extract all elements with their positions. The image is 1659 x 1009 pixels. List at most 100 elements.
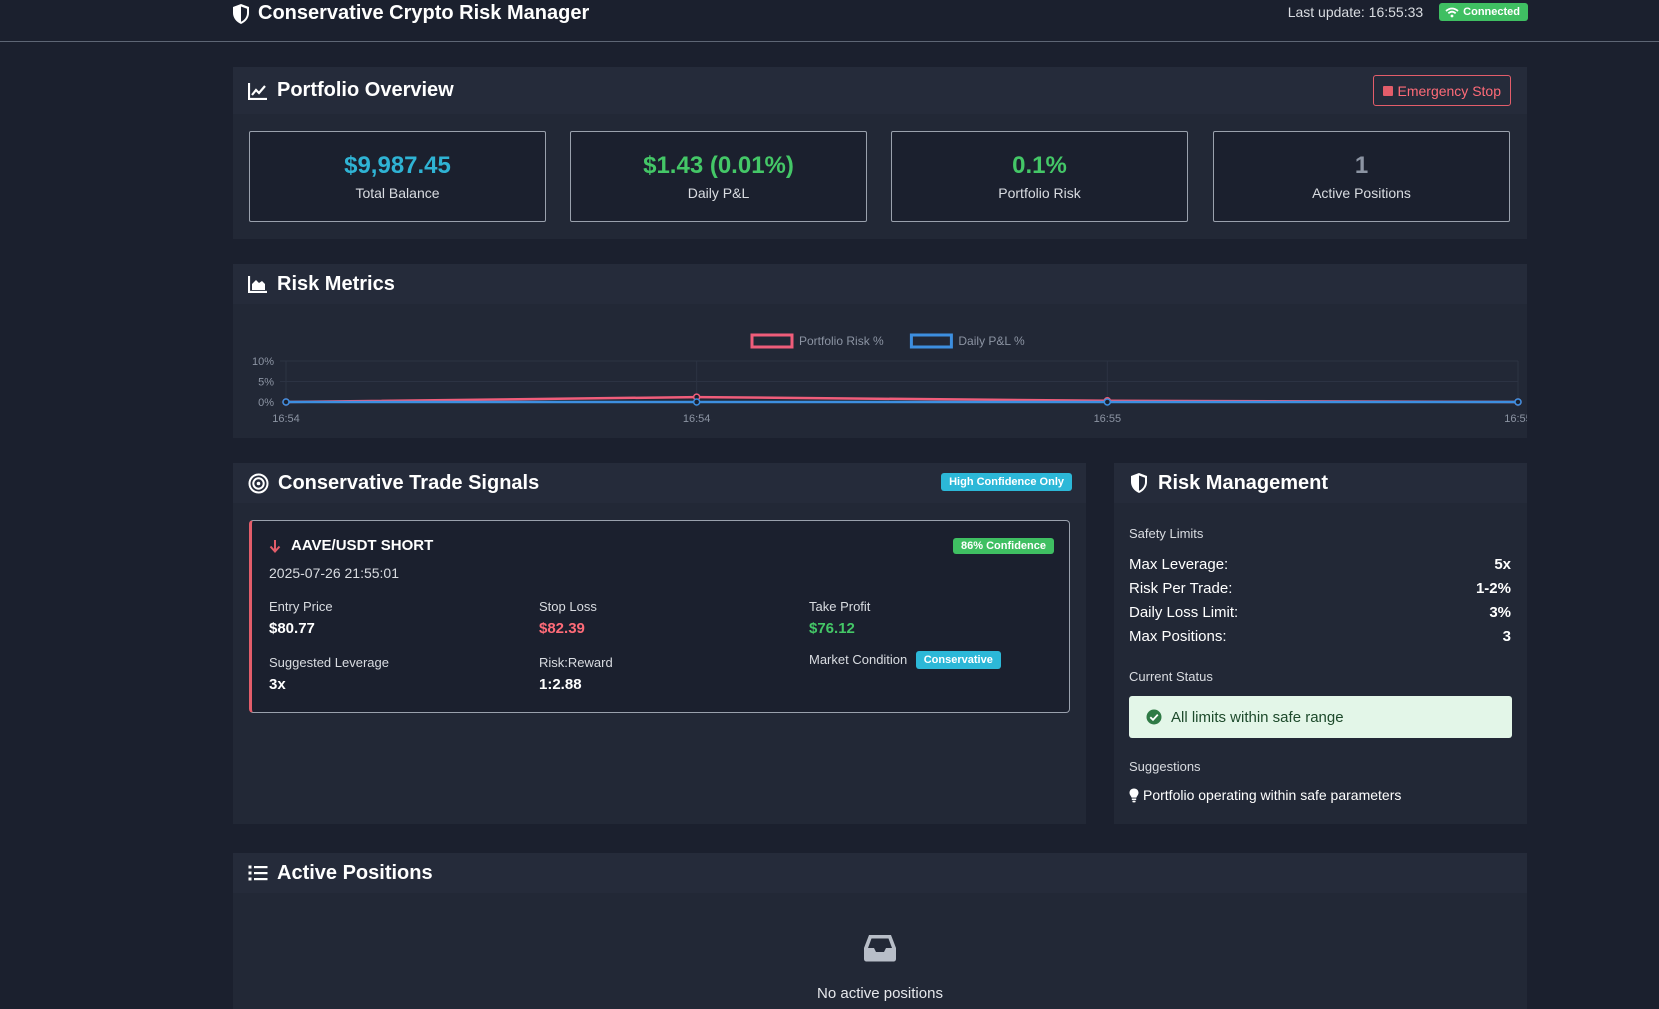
limit-value: 5x [1494, 556, 1511, 573]
market-condition-label: Market Condition [809, 652, 908, 668]
top-navbar: Conservative Crypto Risk Manager Last up… [0, 0, 1659, 42]
trade-signals-panel: Conservative Trade Signals High Confiden… [233, 463, 1086, 824]
limit-value: 3% [1489, 604, 1511, 621]
shield-icon [1129, 472, 1149, 494]
target-icon [248, 473, 269, 494]
stat-value: $1.43 (0.01%) [643, 152, 794, 179]
y-tick-label: 0% [258, 397, 274, 409]
last-update-text: Last update: 16:55:33 [1287, 4, 1424, 20]
status-box: All limits within safe range [1129, 696, 1512, 738]
wifi-icon [1445, 7, 1459, 18]
risk-reward-label: Risk:Reward [539, 655, 613, 670]
y-tick-label: 10% [252, 356, 274, 368]
connection-badge: Connected [1439, 3, 1528, 21]
limit-row-risk-per-trade: Risk Per Trade: 1-2% [1129, 580, 1511, 597]
leverage-label: Suggested Leverage [269, 655, 389, 670]
data-point [1514, 398, 1522, 406]
line-chart-icon [248, 82, 268, 100]
risk-metrics-panel: Risk Metrics 10% 5% 0% 16:54 16:54 16:55 16:55… [233, 264, 1527, 438]
trade-signals-header: Conservative Trade Signals High Confiden… [233, 463, 1086, 503]
nav-status: Last update: 16:55:33 Connected [1288, 3, 1528, 21]
stat-card-active-positions: 1 Active Positions [1213, 131, 1510, 222]
limit-label: Risk Per Trade: [1129, 580, 1233, 597]
legend-swatch [750, 333, 794, 349]
brand: Conservative Crypto Risk Manager [231, 2, 589, 25]
signal-pair: AAVE/USDT SHORT [269, 537, 433, 554]
empty-state-text: No active positions [817, 985, 943, 1002]
legend-swatch [909, 333, 953, 349]
confidence-badge: 86% Confidence [953, 538, 1054, 554]
current-status-label: Current Status [1129, 669, 1213, 684]
list-icon [248, 864, 268, 882]
portfolio-overview-header: Portfolio Overview Emergency Stop [233, 67, 1527, 114]
risk-management-title: Risk Management [1158, 471, 1329, 494]
active-positions-title: Active Positions [277, 861, 433, 884]
stat-card-portfolio-risk: 0.1% Portfolio Risk [891, 131, 1188, 222]
stop-loss-field: Stop Loss $82.39 [539, 599, 597, 637]
stat-label: Daily P&L [687, 185, 750, 201]
arrow-down-icon [269, 539, 281, 553]
x-tick-label: 16:54 [272, 413, 300, 425]
connection-status: Connected [1463, 6, 1520, 18]
market-condition-field: Market Condition Conservative [809, 651, 1001, 669]
area-chart-icon [248, 275, 268, 293]
stat-card-daily-pnl: $1.43 (0.01%) Daily P&L [570, 131, 867, 222]
data-point [1103, 398, 1112, 406]
limit-label: Daily Loss Limit: [1129, 604, 1239, 621]
limit-label: Max Leverage: [1129, 556, 1229, 573]
stop-loss-value: $82.39 [539, 620, 585, 637]
limit-row-max-leverage: Max Leverage: 5x [1129, 556, 1511, 573]
limit-label: Max Positions: [1129, 628, 1227, 645]
lightbulb-icon [1129, 788, 1139, 803]
stat-value: 1 [1354, 152, 1369, 179]
suggestions-label: Suggestions [1129, 759, 1201, 774]
entry-price-value: $80.77 [269, 620, 315, 637]
risk-metrics-title: Risk Metrics [277, 272, 395, 295]
emergency-stop-label: Emergency Stop [1397, 82, 1502, 99]
limit-row-max-positions: Max Positions: 3 [1129, 628, 1511, 645]
trade-signals-title: Conservative Trade Signals [278, 471, 540, 494]
take-profit-label: Take Profit [809, 599, 871, 614]
data-point [282, 398, 290, 406]
signal-pair-text: AAVE/USDT SHORT [291, 537, 434, 554]
stat-label: Active Positions [1312, 185, 1411, 201]
stat-value: 0.1% [1012, 152, 1067, 179]
x-tick-label: 16:54 [683, 413, 711, 425]
high-confidence-badge: High Confidence Only [941, 473, 1072, 491]
check-circle-icon [1146, 709, 1162, 725]
legend-label: Daily P&L % [958, 334, 1025, 348]
limit-value: 3 [1502, 628, 1511, 645]
risk-metrics-header: Risk Metrics [233, 264, 1527, 304]
signal-card[interactable]: AAVE/USDT SHORT 2025-07-26 21:55:01 86% … [249, 520, 1070, 713]
status-text: All limits within safe range [1171, 708, 1344, 726]
risk-reward-value: 1:2.88 [539, 676, 582, 693]
legend-label: Portfolio Risk % [799, 334, 884, 348]
take-profit-value: $76.12 [809, 620, 855, 637]
limit-row-daily-loss: Daily Loss Limit: 3% [1129, 604, 1511, 621]
active-positions-header: Active Positions [233, 853, 1527, 893]
stat-card-total-balance: $9,987.45 Total Balance [249, 131, 546, 222]
risk-metrics-chart: 10% 5% 0% 16:54 16:54 16:55 16:55 Portfolio Ris… [252, 333, 1527, 425]
stat-label: Total Balance [355, 185, 440, 201]
take-profit-field: Take Profit $76.12 [809, 599, 870, 637]
stat-label: Portfolio Risk [998, 185, 1081, 201]
stop-loss-label: Stop Loss [539, 599, 597, 614]
limit-value: 1-2% [1475, 580, 1511, 597]
risk-management-panel: Risk Management Safety Limits Max Levera… [1114, 463, 1527, 824]
stat-value: $9,987.45 [344, 152, 451, 179]
entry-price-label: Entry Price [269, 599, 333, 614]
risk-reward-field: Risk:Reward 1:2.88 [539, 655, 613, 693]
suggestion-item: Portfolio operating within safe paramete… [1129, 787, 1401, 803]
market-condition-badge: Conservative [915, 651, 1001, 669]
suggestion-text: Portfolio operating within safe paramete… [1143, 787, 1402, 803]
entry-price-field: Entry Price $80.77 [269, 599, 333, 637]
emergency-stop-button[interactable]: Emergency Stop [1372, 75, 1511, 106]
stop-icon [1382, 85, 1393, 96]
active-positions-panel: Active Positions No active positions [233, 853, 1527, 1009]
signal-timestamp: 2025-07-26 21:55:01 [269, 565, 399, 581]
y-tick-label: 5% [258, 377, 274, 389]
x-tick-label: 16:55 [1094, 413, 1122, 425]
leverage-field: Suggested Leverage 3x [269, 655, 389, 693]
shield-icon [231, 3, 251, 25]
app-title: Conservative Crypto Risk Manager [258, 2, 590, 24]
